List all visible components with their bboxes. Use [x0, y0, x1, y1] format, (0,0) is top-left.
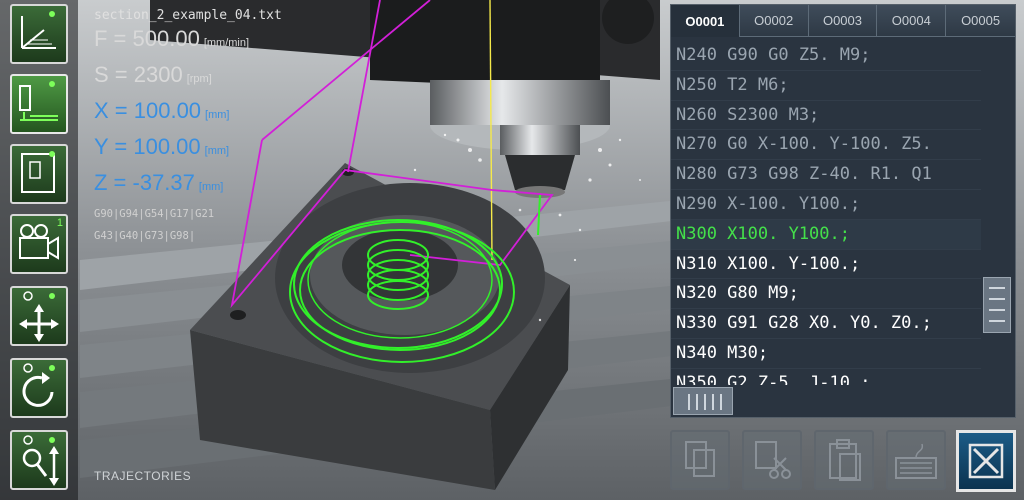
program-tabs: O0001 O0002 O0003 O0004 O0005: [671, 5, 1015, 37]
camera-zoom-icon: [22, 435, 59, 486]
code-line[interactable]: N340 M30;: [671, 339, 981, 369]
current-code-line[interactable]: N300 X100. Y100.;: [671, 219, 981, 250]
cut-icon: [755, 441, 791, 479]
x-position-readout: X = 100.00 [mm]: [94, 95, 282, 131]
feed-rate-value: F = 500.00: [94, 26, 200, 51]
gcode-listing[interactable]: N240 G90 G0 Z5. M9; N250 T2 M6; N260 S23…: [671, 41, 981, 385]
machine-icon: [21, 151, 55, 193]
code-line[interactable]: N320 G80 M9;: [671, 279, 981, 310]
y-position-value: Y = 100.00: [94, 134, 201, 159]
trajectory-view-icon: [21, 11, 56, 49]
camera-zoom-button[interactable]: [10, 430, 68, 490]
y-position-readout: Y = 100.00 [mm]: [94, 131, 282, 167]
horizontal-scrollbar-thumb[interactable]: [673, 387, 733, 415]
paste-button[interactable]: [814, 430, 874, 490]
left-toolbar: 1: [0, 0, 78, 500]
code-line[interactable]: N350 G2 Z-5. J-10.;: [671, 369, 981, 385]
z-position-readout: Z = -37.37 [mm]: [94, 167, 282, 203]
tab-o0004[interactable]: O0004: [877, 5, 947, 37]
keyboard-icon: [895, 443, 937, 479]
tab-o0001[interactable]: O0001: [671, 5, 740, 37]
feed-rate-readout: F = 500.00 [mm/min]: [94, 23, 282, 59]
code-line[interactable]: N280 G73 G98 Z-40. R1. Q1: [671, 160, 981, 190]
toolpath-icon: [19, 81, 58, 121]
toolpath-button[interactable]: [10, 74, 68, 134]
code-line[interactable]: N310 X100. Y-100.;: [671, 250, 981, 280]
spindle-speed-unit: [rpm]: [186, 73, 212, 85]
code-line[interactable]: N270 G0 X-100. Y-100. Z5.: [671, 130, 981, 161]
copy-icon: [685, 441, 715, 477]
x-position-unit: [mm]: [205, 109, 230, 121]
camera-pan-button[interactable]: [10, 286, 68, 346]
machine-status-overlay: section_2_example_04.txt F = 500.00 [mm/m…: [94, 8, 282, 247]
machine-button[interactable]: [10, 144, 68, 204]
z-position-unit: [mm]: [198, 181, 224, 193]
x-position-value: X = 100.00: [94, 98, 202, 123]
code-line[interactable]: N260 S2300 M3;: [671, 101, 981, 131]
camera-icon: [19, 224, 59, 260]
tab-o0003[interactable]: O0003: [808, 5, 878, 37]
code-line[interactable]: N290 X-100. Y100.;: [671, 190, 981, 220]
spindle-speed-value: S = 2300: [94, 62, 183, 87]
copy-button[interactable]: [670, 430, 730, 490]
y-position-unit: [mm]: [204, 145, 230, 157]
view-mode-label: TRAJECTORIES: [94, 469, 192, 483]
cut-button[interactable]: [742, 430, 802, 490]
tab-o0002[interactable]: O0002: [739, 5, 809, 37]
camera-rotate-button[interactable]: [10, 358, 68, 418]
z-position-value: Z = -37.37: [94, 170, 195, 195]
camera-pan-icon: [19, 291, 59, 342]
feed-rate-unit: [mm/min]: [203, 37, 250, 49]
modal-codes-line-1: G90|G94|G54|G17|G21: [94, 208, 215, 220]
code-line[interactable]: N330 G91 G28 X0. Y0. Z0.;: [671, 309, 981, 339]
code-line[interactable]: N250 T2 M6;: [671, 71, 981, 101]
gcode-editor-panel: O0001 O0002 O0003 O0004 O0005 N240 G90 G…: [670, 4, 1016, 418]
modal-codes-line-2: G43|G40|G73|G98|: [94, 230, 196, 242]
keyboard-button[interactable]: [886, 430, 946, 490]
tab-o0005[interactable]: O0005: [946, 5, 1015, 37]
trajectory-view-button[interactable]: [10, 4, 68, 64]
close-editor-button[interactable]: [956, 430, 1016, 492]
code-line[interactable]: N240 G90 G0 Z5. M9;: [671, 41, 981, 71]
vertical-scrollbar-thumb[interactable]: [983, 277, 1011, 333]
close-icon: [968, 443, 1004, 479]
program-filename: section_2_example_04.txt: [94, 8, 282, 23]
paste-icon: [829, 439, 861, 481]
spindle-speed-readout: S = 2300 [rpm]: [94, 59, 282, 95]
camera-rotate-icon: [22, 363, 55, 407]
camera-button[interactable]: 1: [10, 214, 68, 274]
